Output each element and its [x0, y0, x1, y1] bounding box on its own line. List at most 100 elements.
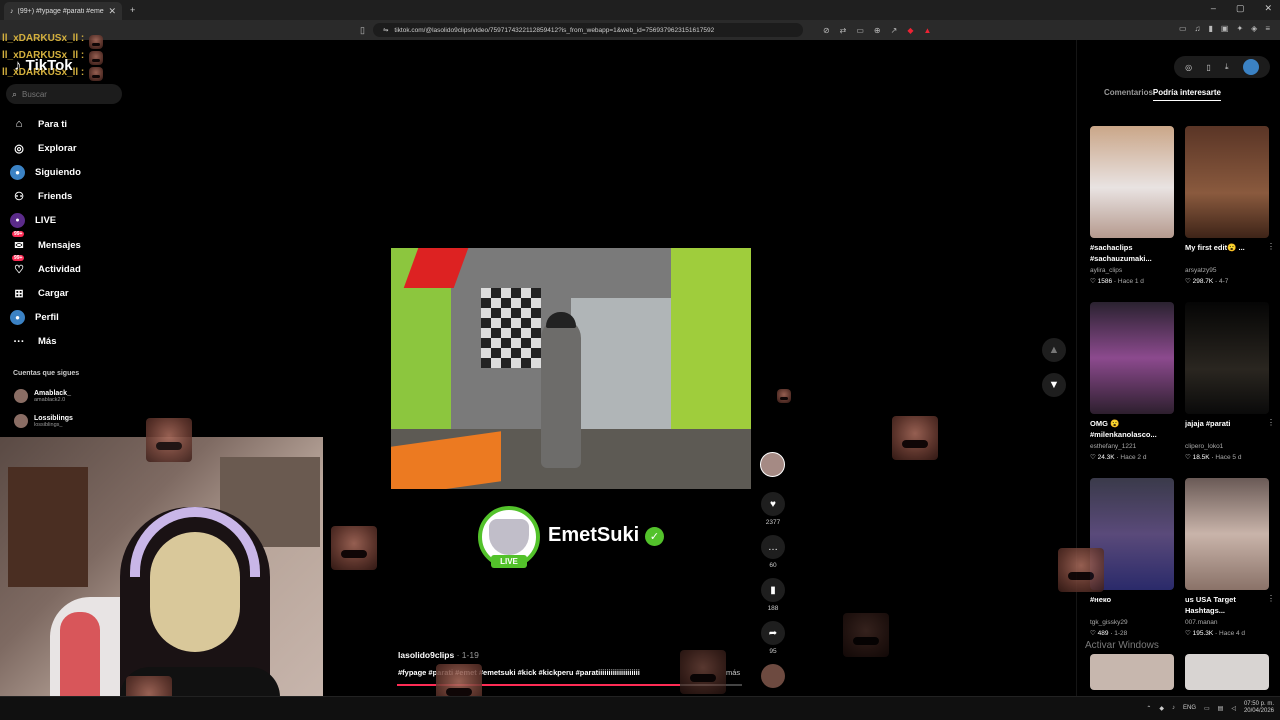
recommended-video-card[interactable]: jajaja #parati clipero_loko1 ♡ 18.5K · H…	[1185, 302, 1275, 461]
tiktok-favicon-icon: ♪	[10, 7, 14, 15]
brave-shield-icon[interactable]: ◆	[907, 26, 913, 35]
recommended-video-card[interactable]: #sachaclips #sachauzumaki... aylira_clip…	[1090, 126, 1174, 285]
author-avatar[interactable]	[760, 452, 785, 477]
card-user[interactable]: arsyatzy95	[1185, 267, 1269, 274]
display-icon[interactable]: ▭	[1204, 705, 1210, 712]
wallet-icon[interactable]: ▣	[1221, 24, 1229, 33]
following-account[interactable]: Amablack_ amablack2.0	[14, 389, 71, 403]
system-tray: ⌃ ◆ ♪ ENG ▭ ▤ ◁ 07:50 p. m. 20/04/2026	[1146, 701, 1274, 715]
sidebar-item-live[interactable]: ● LIVE	[10, 209, 81, 233]
avatar	[14, 389, 28, 403]
save-count: 188	[767, 605, 779, 612]
share-icon[interactable]: ↗	[891, 26, 898, 35]
card-user[interactable]: tgk_gissky29	[1090, 619, 1174, 626]
url-field[interactable]: ⇋ tiktok.com/@lasolido9clips/video/75971…	[372, 23, 803, 37]
network-icon[interactable]: ▤	[1218, 705, 1224, 712]
video-thumbnail[interactable]	[1185, 126, 1269, 238]
card-user[interactable]: clipero_loko1	[1185, 443, 1269, 450]
address-bar: ▯ ⇋ tiktok.com/@lasolido9clips/video/759…	[0, 20, 1280, 40]
like-action[interactable]: ♥ 2377	[761, 492, 785, 526]
vpn-icon[interactable]: ◈	[1251, 24, 1257, 33]
more-options-icon[interactable]: ⋮	[1267, 418, 1275, 427]
video-thumbnail[interactable]	[1185, 654, 1269, 690]
sidebar-item-explorar[interactable]: ◎ Explorar	[10, 136, 81, 160]
comment-icon[interactable]: …	[761, 535, 785, 559]
more-options-icon[interactable]: ⋮	[1267, 242, 1275, 251]
chevron-up-icon[interactable]: ⌃	[1146, 705, 1151, 712]
sidebar-item-perfil[interactable]: ● Perfil	[10, 306, 81, 330]
translate-icon[interactable]: ⇄	[840, 26, 847, 35]
video-thumbnail[interactable]	[1185, 302, 1269, 414]
no-tracking-icon[interactable]: ⊘	[823, 26, 830, 35]
sidebar-item-actividad[interactable]: ♡ 99+ Actividad	[10, 255, 81, 281]
mic-icon[interactable]: ♪	[1172, 705, 1175, 711]
music-icon[interactable]: ♫	[1195, 24, 1201, 33]
search-box[interactable]: ⌕	[6, 84, 122, 104]
close-window-icon[interactable]: ✕	[1264, 3, 1272, 14]
chevron-up-icon[interactable]: ▲	[1042, 338, 1066, 362]
sidebar-item-friends[interactable]: ⚇ Friends	[10, 185, 81, 209]
comment-action[interactable]: … 60	[761, 535, 785, 569]
sidebar-item-para-ti[interactable]: ⌂ Para ti	[10, 112, 81, 136]
bookmark-icon[interactable]: ▮	[761, 578, 785, 602]
more-options-icon[interactable]: ⋮	[1267, 594, 1275, 603]
recommended-video-card[interactable]: us USA Target Hashtags... 007.manan ♡ 19…	[1185, 478, 1275, 637]
lang-indicator[interactable]: ENG	[1183, 705, 1196, 711]
minimize-icon[interactable]: –	[1211, 3, 1216, 14]
download-icon[interactable]: ⤓	[1225, 62, 1229, 72]
following-account[interactable]: Lossiblings lossiblings_	[14, 414, 73, 428]
volume-icon[interactable]: ◁	[1231, 705, 1236, 712]
card-date: Hace 1 d	[1117, 278, 1144, 285]
card-likes: 489	[1097, 630, 1109, 637]
sidebar-icon[interactable]: ▮	[1209, 24, 1213, 33]
video-author[interactable]: lasolido9clips · 1-19	[398, 650, 479, 660]
bookmark-icon[interactable]: ▯	[360, 25, 365, 36]
tiktok-logo[interactable]: ♪ TikTok	[14, 57, 73, 74]
card-likes: 24.3K	[1097, 454, 1115, 461]
video-thumbnail[interactable]	[1090, 302, 1174, 414]
music-disc-icon[interactable]	[761, 664, 785, 688]
video-thumbnail[interactable]	[1090, 126, 1174, 238]
chevron-down-icon[interactable]: ▼	[1042, 373, 1066, 397]
zoom-icon[interactable]: ⊕	[874, 26, 881, 35]
new-tab-icon[interactable]: +	[130, 5, 135, 15]
phone-icon[interactable]: ▯	[1206, 63, 1210, 72]
clock[interactable]: 07:50 p. m. 20/04/2026	[1244, 701, 1274, 715]
emote-sticker	[146, 418, 192, 462]
tab-comentarios[interactable]: Comentarios	[1104, 88, 1153, 101]
share-icon[interactable]: ➦	[761, 621, 785, 645]
video-player[interactable]	[391, 248, 751, 489]
close-tab-icon[interactable]: ✕	[108, 6, 116, 17]
compass-icon[interactable]: ◎	[1185, 63, 1192, 72]
tab-podria-interesarte[interactable]: Podría interesarte	[1152, 88, 1221, 101]
recommended-video-card[interactable]: My first edit😮 ... arsyatzy95 ♡ 298.7K ·…	[1185, 126, 1275, 285]
site-info-icon[interactable]: ⇋	[383, 26, 388, 34]
search-input[interactable]	[22, 89, 113, 99]
avatar[interactable]	[1242, 59, 1259, 75]
extension-icon[interactable]: ✦	[1236, 24, 1243, 33]
card-user[interactable]: 007.manan	[1185, 619, 1269, 626]
sidebar-item-cargar[interactable]: ⊞ Cargar	[10, 281, 81, 305]
recommended-video-card[interactable]: OMG 😮 #milenkanolasco... esthefany_1221 …	[1090, 302, 1174, 461]
heart-icon[interactable]: ♥	[761, 492, 785, 516]
video-thumbnail[interactable]	[1185, 478, 1269, 590]
browser-tab[interactable]: ♪ (99+) #fypage #parati #emet ✕	[4, 2, 122, 20]
sidebar-item-mas[interactable]: ··· Más	[10, 330, 81, 354]
rewards-icon[interactable]: ▲	[923, 26, 931, 35]
save-action[interactable]: ▮ 188	[761, 578, 785, 612]
card-user[interactable]: esthefany_1221	[1090, 443, 1174, 450]
caption-more-link[interactable]: más	[726, 668, 740, 677]
compass-icon: ◎	[14, 142, 24, 155]
share-action[interactable]: ➦ 95	[761, 621, 785, 655]
home-icon: ⌂	[15, 118, 23, 131]
video-thumbnail[interactable]	[1090, 654, 1174, 690]
maximize-icon[interactable]: ▢	[1236, 3, 1245, 14]
card-user[interactable]: aylira_clips	[1090, 267, 1174, 274]
sidebar-item-label: Explorar	[38, 142, 77, 154]
cast-icon[interactable]: ▭	[1179, 24, 1187, 33]
menu-icon[interactable]: ≡	[1265, 24, 1270, 33]
sidebar-item-siguiendo[interactable]: ● Siguiendo	[10, 160, 81, 184]
shield-icon[interactable]: ◆	[1159, 705, 1164, 712]
sidebar-item-mensajes[interactable]: ✉ 99+ Mensajes	[10, 230, 81, 257]
pip-icon[interactable]: ▭	[856, 26, 864, 35]
